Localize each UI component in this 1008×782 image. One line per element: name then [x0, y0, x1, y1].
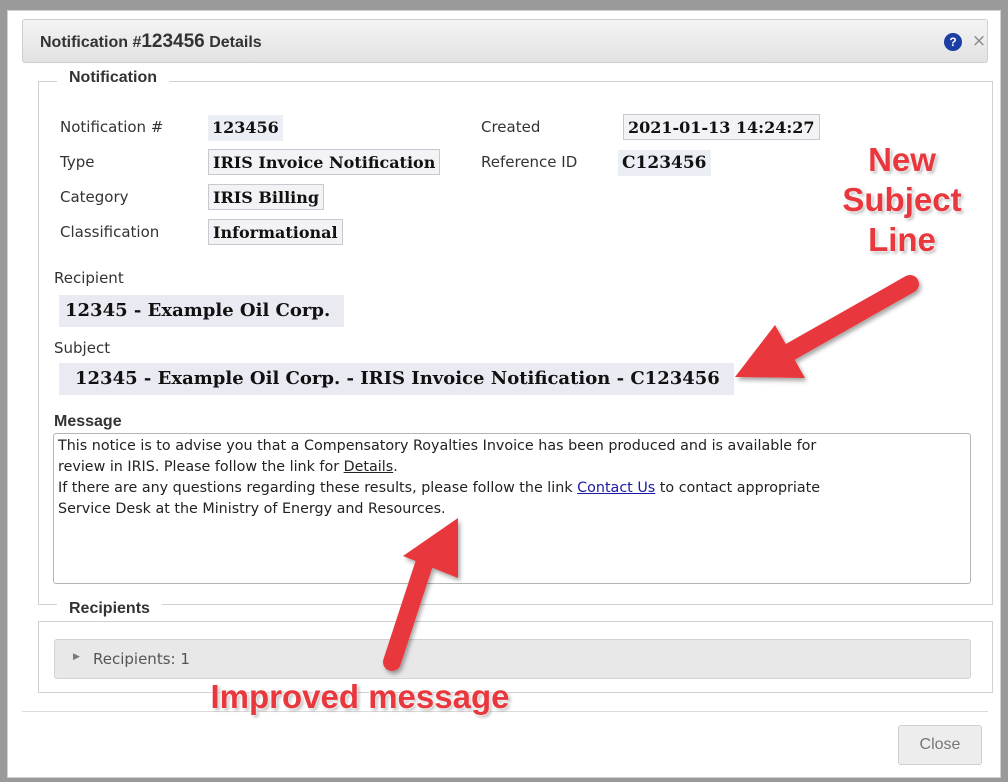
notification-number-label: Notification # [60, 118, 164, 136]
message-label: Message [54, 413, 122, 430]
recipients-accordion[interactable]: ▶ Recipients: 1 [54, 639, 971, 679]
message-line-3-text: If there are any questions regarding the… [58, 480, 578, 496]
chevron-right-icon: ▶ [73, 652, 80, 662]
message-line-2-text: review in IRIS. Please follow the link f… [58, 459, 344, 475]
dialog-titlebar: Notification #123456 Details ? × [22, 19, 988, 63]
recipients-legend: Recipients [57, 600, 162, 618]
recipient-label: Recipient [54, 269, 124, 287]
notification-legend: Notification [57, 69, 169, 87]
close-icon[interactable]: × [970, 31, 988, 51]
message-line-3: If there are any questions regarding the… [58, 478, 966, 499]
annotation-line-2: Subject [842, 181, 962, 218]
message-line-1: This notice is to advise you that a Comp… [58, 438, 817, 454]
category-label: Category [60, 188, 129, 206]
subject-label: Subject [54, 339, 111, 357]
classification-value: Informational [208, 219, 343, 245]
type-value: IRIS Invoice Notification [208, 149, 441, 175]
created-value: 2021-01-13 14:24:27 [623, 114, 820, 140]
subject-value: 12345 - Example Oil Corp. - IRIS Invoice… [59, 363, 734, 395]
title-suffix: Details [204, 34, 262, 51]
title-number: 123456 [141, 31, 205, 52]
message-line-4: Service Desk at the Ministry of Energy a… [58, 501, 446, 517]
classification-label: Classification [60, 223, 160, 241]
annotation-line-3: Line [868, 221, 936, 258]
reference-id-value: C123456 [618, 150, 711, 176]
message-line-2-end: . [393, 459, 398, 475]
recipient-value: 12345 - Example Oil Corp. [59, 295, 345, 327]
title-prefix: Notification # [40, 34, 142, 51]
created-label: Created [481, 118, 541, 136]
improved-message-annotation: Improved message [210, 678, 510, 715]
contact-us-link[interactable]: Contact Us [577, 480, 655, 496]
close-button[interactable]: Close [898, 725, 982, 765]
annotation-line-1: New [868, 141, 936, 178]
recipients-count: Recipients: 1 [93, 650, 190, 668]
details-link[interactable]: Details [344, 459, 394, 475]
message-box: This notice is to advise you that a Comp… [53, 433, 971, 584]
notification-details-dialog: Notification #123456 Details ? × Notific… [7, 10, 1001, 778]
category-value: IRIS Billing [208, 184, 325, 210]
reference-id-label: Reference ID [481, 153, 578, 171]
dialog-title: Notification #123456 Details [40, 31, 262, 53]
new-subject-line-annotation: New Subject Line [826, 140, 978, 260]
notification-number-value: 123456 [208, 115, 283, 141]
message-line-2: review in IRIS. Please follow the link f… [58, 457, 966, 478]
type-label: Type [60, 153, 95, 171]
help-icon[interactable]: ? [944, 33, 962, 51]
message-line-3-end: to contact appropriate [655, 480, 821, 496]
